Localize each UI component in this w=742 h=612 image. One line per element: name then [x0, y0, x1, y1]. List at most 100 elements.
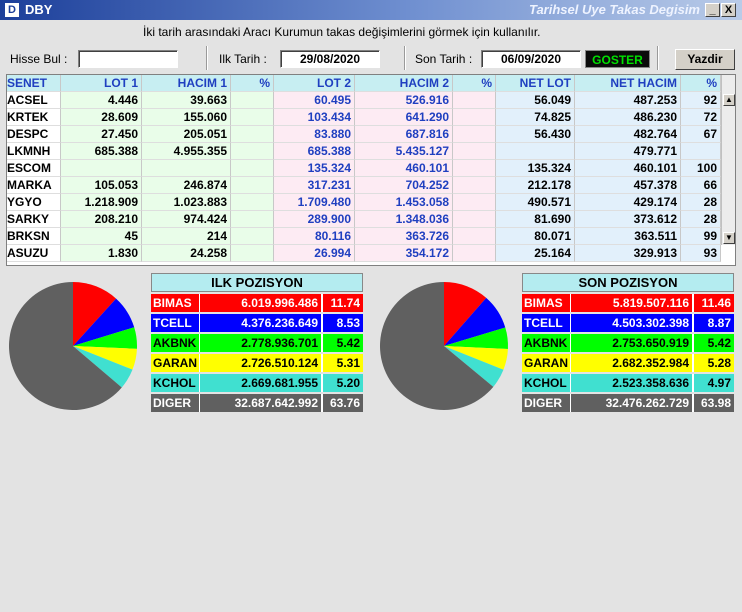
table-cell[interactable]: 56.049	[496, 92, 575, 109]
table-cell[interactable]: 212.178	[496, 177, 575, 194]
table-cell[interactable]	[453, 228, 496, 245]
table-cell[interactable]	[453, 109, 496, 126]
table-row-symbol[interactable]: BRKSN	[7, 228, 61, 245]
table-cell[interactable]: 4.955.355	[142, 143, 231, 160]
minimize-button[interactable]: _	[705, 3, 720, 17]
table-cell[interactable]: 25.164	[496, 245, 575, 262]
table-cell[interactable]: 155.060	[142, 109, 231, 126]
table-cell[interactable]	[61, 160, 142, 177]
table-cell[interactable]: 92	[681, 92, 721, 109]
table-cell[interactable]: 429.174	[575, 194, 681, 211]
table-cell[interactable]	[453, 211, 496, 228]
close-button[interactable]: X	[721, 3, 736, 17]
takas-table[interactable]: ▲ ▼ SENET LOT 1 HACIM 1% LOT 2 HACIM 2% NET L…	[6, 74, 736, 266]
table-cell[interactable]	[231, 109, 274, 126]
table-cell[interactable]: 685.388	[61, 143, 142, 160]
table-cell[interactable]: 74.825	[496, 109, 575, 126]
table-cell[interactable]: 24.258	[142, 245, 231, 262]
table-cell[interactable]: 60.495	[274, 92, 355, 109]
table-cell[interactable]	[231, 177, 274, 194]
table-cell[interactable]: 105.053	[61, 177, 142, 194]
table-cell[interactable]: 1.709.480	[274, 194, 355, 211]
table-row-symbol[interactable]: ACSEL	[7, 92, 61, 109]
column-header-lot2[interactable]: LOT 2	[274, 75, 355, 92]
table-cell[interactable]: 486.230	[575, 109, 681, 126]
table-cell[interactable]	[453, 160, 496, 177]
table-cell[interactable]: 28	[681, 211, 721, 228]
column-header-netlot[interactable]: NET LOT	[496, 75, 575, 92]
table-cell[interactable]: 81.690	[496, 211, 575, 228]
table-cell[interactable]: 103.434	[274, 109, 355, 126]
table-cell[interactable]: 289.900	[274, 211, 355, 228]
table-cell[interactable]: 490.571	[496, 194, 575, 211]
table-cell[interactable]	[453, 92, 496, 109]
table-cell[interactable]: 457.378	[575, 177, 681, 194]
table-cell[interactable]: 135.324	[496, 160, 575, 177]
table-cell[interactable]: 704.252	[355, 177, 453, 194]
son-tarih-input[interactable]: 06/09/2020	[481, 50, 581, 68]
table-cell[interactable]: 39.663	[142, 92, 231, 109]
table-cell[interactable]: 354.172	[355, 245, 453, 262]
table-cell[interactable]: 641.290	[355, 109, 453, 126]
table-cell[interactable]	[142, 160, 231, 177]
table-row-symbol[interactable]: ASUZU	[7, 245, 61, 262]
table-cell[interactable]: 373.612	[575, 211, 681, 228]
table-cell[interactable]: 67	[681, 126, 721, 143]
column-header-pct3[interactable]: %	[681, 75, 721, 92]
table-cell[interactable]: 487.253	[575, 92, 681, 109]
table-cell[interactable]: 526.916	[355, 92, 453, 109]
table-cell[interactable]	[231, 143, 274, 160]
column-header-hacim1[interactable]: HACIM 1	[142, 75, 231, 92]
table-cell[interactable]: 460.101	[575, 160, 681, 177]
table-cell[interactable]: 214	[142, 228, 231, 245]
table-cell[interactable]: 72	[681, 109, 721, 126]
table-cell[interactable]: 1.023.883	[142, 194, 231, 211]
table-cell[interactable]: 317.231	[274, 177, 355, 194]
table-cell[interactable]: 974.424	[142, 211, 231, 228]
table-cell[interactable]: 329.913	[575, 245, 681, 262]
column-header-senet[interactable]: SENET	[7, 75, 61, 92]
table-row-symbol[interactable]: ESCOM	[7, 160, 61, 177]
column-header-pct1[interactable]: %	[231, 75, 274, 92]
table-row-symbol[interactable]: KRTEK	[7, 109, 61, 126]
table-cell[interactable]	[231, 92, 274, 109]
table-cell[interactable]	[231, 160, 274, 177]
table-cell[interactable]: 80.071	[496, 228, 575, 245]
ilk-tarih-input[interactable]: 29/08/2020	[280, 50, 380, 68]
table-row-symbol[interactable]: YGYO	[7, 194, 61, 211]
table-cell[interactable]: 482.764	[575, 126, 681, 143]
table-cell[interactable]	[681, 143, 721, 160]
yazdir-button[interactable]: Yazdir	[675, 49, 735, 70]
table-cell[interactable]	[453, 194, 496, 211]
table-cell[interactable]: 1.218.909	[61, 194, 142, 211]
table-cell[interactable]: 80.116	[274, 228, 355, 245]
table-cell[interactable]: 100	[681, 160, 721, 177]
table-cell[interactable]: 83.880	[274, 126, 355, 143]
table-cell[interactable]	[231, 126, 274, 143]
table-row-symbol[interactable]: MARKA	[7, 177, 61, 194]
hisse-search-input[interactable]	[78, 50, 178, 68]
table-cell[interactable]: 26.994	[274, 245, 355, 262]
table-cell[interactable]: 28.609	[61, 109, 142, 126]
table-cell[interactable]	[453, 143, 496, 160]
table-cell[interactable]: 208.210	[61, 211, 142, 228]
table-cell[interactable]: 4.446	[61, 92, 142, 109]
goster-button[interactable]: GOSTER	[585, 50, 650, 68]
table-cell[interactable]: 685.388	[274, 143, 355, 160]
table-cell[interactable]: 135.324	[274, 160, 355, 177]
table-cell[interactable]: 460.101	[355, 160, 453, 177]
column-header-hacim2[interactable]: HACIM 2	[355, 75, 453, 92]
table-cell[interactable]	[231, 211, 274, 228]
table-cell[interactable]: 99	[681, 228, 721, 245]
table-cell[interactable]: 45	[61, 228, 142, 245]
table-cell[interactable]: 1.830	[61, 245, 142, 262]
table-cell[interactable]: 205.051	[142, 126, 231, 143]
table-cell[interactable]: 27.450	[61, 126, 142, 143]
table-cell[interactable]	[453, 177, 496, 194]
table-cell[interactable]: 1.453.058	[355, 194, 453, 211]
table-cell[interactable]	[231, 194, 274, 211]
table-cell[interactable]	[453, 126, 496, 143]
table-cell[interactable]: 246.874	[142, 177, 231, 194]
table-cell[interactable]	[453, 245, 496, 262]
table-cell[interactable]: 1.348.036	[355, 211, 453, 228]
